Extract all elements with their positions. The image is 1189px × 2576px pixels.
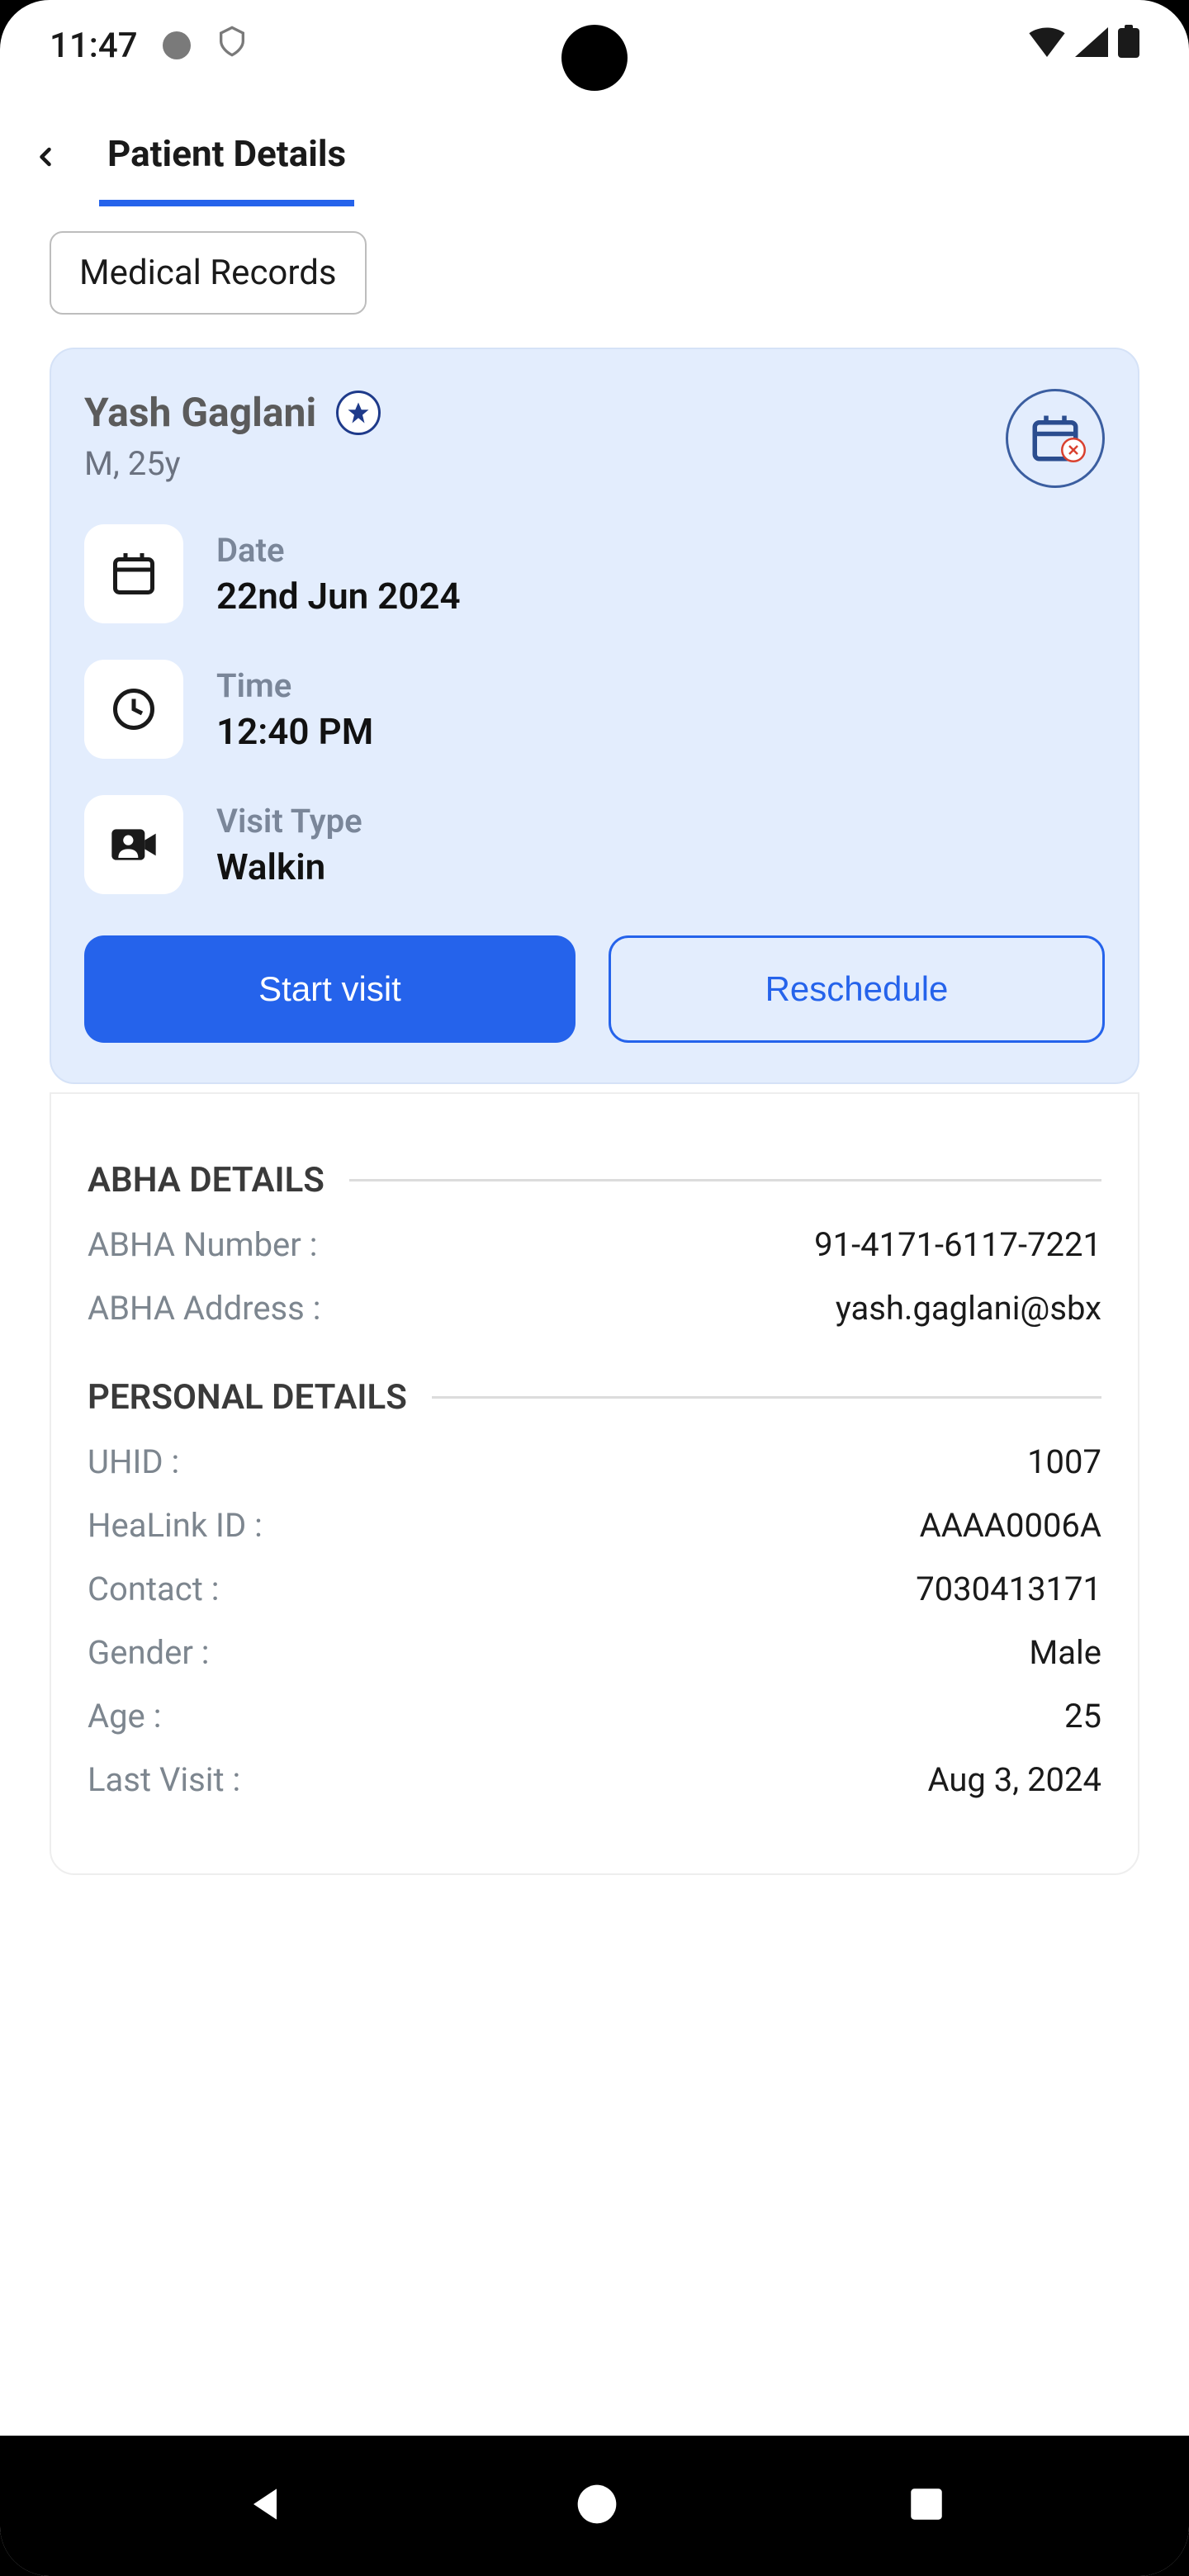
abha-verified-icon bbox=[336, 391, 381, 435]
reschedule-button[interactable]: Reschedule bbox=[609, 935, 1105, 1043]
date-label: Date bbox=[216, 531, 461, 570]
back-button[interactable] bbox=[25, 136, 66, 178]
nav-home-button[interactable] bbox=[574, 2481, 620, 2531]
app-header: Patient Details bbox=[0, 91, 1189, 206]
cell-signal-icon bbox=[1075, 26, 1108, 66]
appointment-card: Yash Gaglani M, 25y Date 22nd Ju bbox=[50, 348, 1139, 1084]
cancel-appointment-button[interactable] bbox=[1006, 389, 1105, 488]
chevron-left-icon bbox=[31, 142, 60, 172]
tab-medical-records[interactable]: Medical Records bbox=[50, 231, 367, 315]
battery-icon bbox=[1118, 25, 1139, 67]
visit-type-row: Visit Type Walkin bbox=[84, 795, 1105, 894]
abha-number-label: ABHA Number : bbox=[88, 1225, 317, 1264]
contact-row: Contact : 7030413171 bbox=[88, 1570, 1101, 1608]
gender-value: Male bbox=[1029, 1633, 1101, 1672]
patient-name: Yash Gaglani bbox=[84, 389, 316, 436]
visit-type-value: Walkin bbox=[216, 845, 362, 888]
video-person-icon bbox=[84, 795, 183, 894]
age-label: Age : bbox=[88, 1697, 161, 1735]
system-nav-bar bbox=[0, 2436, 1189, 2576]
subnav: Medical Records bbox=[0, 206, 1189, 339]
date-row: Date 22nd Jun 2024 bbox=[84, 524, 1105, 623]
calendar-icon bbox=[84, 524, 183, 623]
start-visit-button[interactable]: Start visit bbox=[84, 935, 576, 1043]
abha-address-row: ABHA Address : yash.gaglani@sbx bbox=[88, 1289, 1101, 1328]
date-value: 22nd Jun 2024 bbox=[216, 575, 461, 618]
wifi-icon bbox=[1029, 26, 1065, 66]
abha-section-title: ABHA DETAILS bbox=[88, 1160, 324, 1200]
uhid-label: UHID : bbox=[88, 1442, 179, 1481]
age-value: 25 bbox=[1064, 1697, 1101, 1735]
notification-dot-icon bbox=[163, 31, 191, 59]
last-visit-row: Last Visit : Aug 3, 2024 bbox=[88, 1760, 1101, 1799]
contact-value: 7030413171 bbox=[916, 1570, 1101, 1608]
visit-type-label: Visit Type bbox=[216, 802, 362, 841]
clock-icon bbox=[84, 660, 183, 759]
patient-sex-age: M, 25y bbox=[84, 444, 381, 483]
uhid-row: UHID : 1007 bbox=[88, 1442, 1101, 1481]
healink-row: HeaLink ID : AAAA0006A bbox=[88, 1506, 1101, 1545]
shield-icon bbox=[216, 25, 249, 67]
last-visit-value: Aug 3, 2024 bbox=[927, 1760, 1101, 1799]
gender-label: Gender : bbox=[88, 1633, 209, 1672]
contact-label: Contact : bbox=[88, 1570, 219, 1608]
divider bbox=[432, 1396, 1101, 1399]
healink-value: AAAA0006A bbox=[920, 1506, 1101, 1545]
personal-section-title: PERSONAL DETAILS bbox=[88, 1377, 407, 1418]
time-row: Time 12:40 PM bbox=[84, 660, 1105, 759]
abha-address-value: yash.gaglani@sbx bbox=[836, 1289, 1101, 1328]
nav-back-button[interactable] bbox=[242, 2481, 288, 2531]
status-time: 11:47 bbox=[50, 26, 138, 66]
time-label: Time bbox=[216, 666, 373, 705]
abha-address-label: ABHA Address : bbox=[88, 1289, 320, 1328]
healink-label: HeaLink ID : bbox=[88, 1506, 263, 1545]
last-visit-label: Last Visit : bbox=[88, 1760, 240, 1799]
camera-hole bbox=[561, 25, 628, 91]
uhid-value: 1007 bbox=[1027, 1442, 1101, 1481]
abha-number-row: ABHA Number : 91-4171-6117-7221 bbox=[88, 1225, 1101, 1264]
age-row: Age : 25 bbox=[88, 1697, 1101, 1735]
time-value: 12:40 PM bbox=[216, 710, 373, 753]
abha-number-value: 91-4171-6117-7221 bbox=[814, 1225, 1101, 1264]
nav-recents-button[interactable] bbox=[906, 2484, 947, 2528]
x-circle-icon bbox=[1061, 438, 1086, 462]
tab-patient-details[interactable]: Patient Details bbox=[99, 107, 354, 206]
divider bbox=[349, 1179, 1101, 1181]
details-panel: ABHA DETAILS ABHA Number : 91-4171-6117-… bbox=[50, 1092, 1139, 1875]
gender-row: Gender : Male bbox=[88, 1633, 1101, 1672]
